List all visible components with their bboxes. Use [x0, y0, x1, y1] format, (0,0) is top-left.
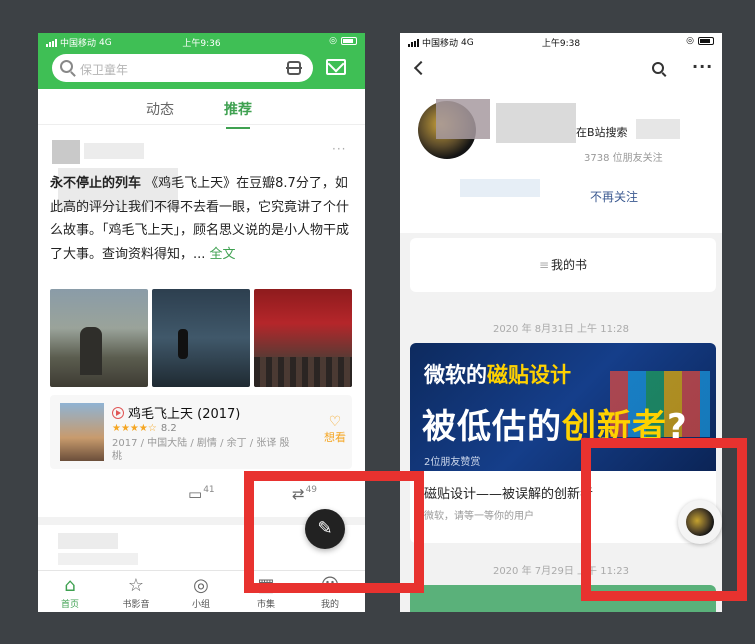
- lock-rotation-icon: ◎: [329, 36, 337, 46]
- mail-icon[interactable]: [326, 59, 346, 75]
- post-headline: 永不停止的列车: [50, 176, 142, 191]
- status-bar: 中国移动 4G 上午9:36 ◎: [38, 33, 365, 49]
- author-avatar-blurred: [52, 140, 80, 164]
- search-icon[interactable]: [652, 62, 664, 74]
- profile-header: 中国移动 4G 上午9:38 ◎ ··· 在B站搜索 3738 位朋友关注 不再…: [400, 33, 722, 233]
- comment-button[interactable]: ▭ 41: [188, 485, 215, 503]
- search-icon: [60, 60, 73, 73]
- likes-text: 2位朋友赞赏: [424, 457, 481, 468]
- post-image-2[interactable]: [152, 289, 250, 387]
- comment-count: 41: [203, 485, 215, 495]
- post-image-3[interactable]: [254, 289, 352, 387]
- movie-title: 鸡毛飞上天 (2017): [128, 407, 241, 422]
- book-icon: ≡: [538, 258, 550, 272]
- profile-name-blurred-3: [636, 119, 680, 139]
- back-icon[interactable]: [413, 60, 429, 76]
- lock-rotation-icon: ◎: [686, 36, 694, 46]
- movie-rating: ★★★★☆ 8.2: [112, 423, 177, 434]
- post-full-link[interactable]: 全文: [210, 247, 236, 262]
- article-title: 磁贴设计——被误解的创新者: [424, 487, 594, 502]
- tab-activity[interactable]: 动态: [146, 99, 174, 119]
- my-books-button[interactable]: ≡ 我的书: [410, 238, 716, 292]
- next-post-blurred-2: [58, 553, 138, 565]
- heart-plus-icon: ♡: [328, 414, 342, 430]
- annotation-frame-right: [581, 438, 747, 601]
- nav-home[interactable]: ⌂ 首页: [50, 575, 90, 610]
- post-date: 2020 年 8月31日 上午 11:28: [492, 324, 630, 335]
- home-icon: ⌂: [64, 575, 76, 596]
- movie-score: 8.2: [160, 423, 177, 434]
- comment-icon: ▭: [188, 485, 203, 503]
- profile-name-suffix: 在B站搜索: [576, 126, 628, 139]
- profile-name-blurred: [436, 99, 490, 139]
- battery-icon: [698, 37, 714, 45]
- next-post-blurred: [58, 533, 118, 549]
- follow-info-blurred: [460, 179, 540, 197]
- post-more-icon[interactable]: ···: [332, 142, 346, 156]
- tab-recommended[interactable]: 推荐: [224, 99, 252, 129]
- want-label: 想看: [324, 431, 346, 444]
- my-books-label: 我的书: [551, 258, 588, 272]
- status-time: 上午9:38: [541, 39, 581, 49]
- profile-name-blurred-2: [496, 103, 576, 143]
- feed-tabs: 动态 推荐: [38, 89, 365, 129]
- article-subtitle: 微软，请等一等你的用户: [424, 511, 534, 522]
- movie-card[interactable]: 鸡毛飞上天 (2017) ★★★★☆ 8.2 2017 / 中国大陆 / 剧情 /…: [50, 395, 352, 469]
- post-images: [50, 289, 352, 387]
- search-placeholder: 保卫童年: [80, 63, 129, 77]
- scan-icon[interactable]: [286, 61, 302, 75]
- movie-poster: [60, 403, 104, 461]
- media-icon: ☆: [127, 575, 145, 596]
- star-rating-icon: ★★★★☆: [112, 423, 157, 434]
- author-name-blurred: [84, 143, 144, 159]
- annotation-frame-left: [244, 471, 424, 593]
- want-to-watch-button[interactable]: ♡ 想看: [320, 415, 350, 445]
- top-nav: ···: [400, 57, 722, 83]
- play-icon: [112, 406, 124, 419]
- nav-group[interactable]: ◎ 小组: [181, 575, 221, 610]
- battery-icon: [341, 37, 357, 45]
- more-icon[interactable]: ···: [692, 57, 713, 76]
- status-time: 上午9:36: [182, 39, 221, 49]
- post-excerpt[interactable]: 永不停止的列车 《鸡毛飞上天》在豆瓣8.7分了，如此高的评分让我们不得不去看一眼…: [50, 172, 350, 266]
- nav-media[interactable]: ☆ 书影音: [116, 575, 156, 610]
- search-input[interactable]: 保卫童年: [52, 54, 313, 82]
- post-image-1[interactable]: [50, 289, 148, 387]
- status-bar: 中国移动 4G 上午9:38 ◎: [400, 33, 722, 49]
- unfollow-button[interactable]: 不再关注: [590, 188, 638, 205]
- movie-info: 2017 / 中国大陆 / 剧情 / 余丁 / 张译 殷桃: [112, 438, 290, 462]
- follower-count: 3738 位朋友关注: [584, 153, 663, 164]
- group-icon: ◎: [193, 575, 209, 596]
- top-header: 中国移动 4G 上午9:36 ◎ 保卫童年: [38, 33, 365, 89]
